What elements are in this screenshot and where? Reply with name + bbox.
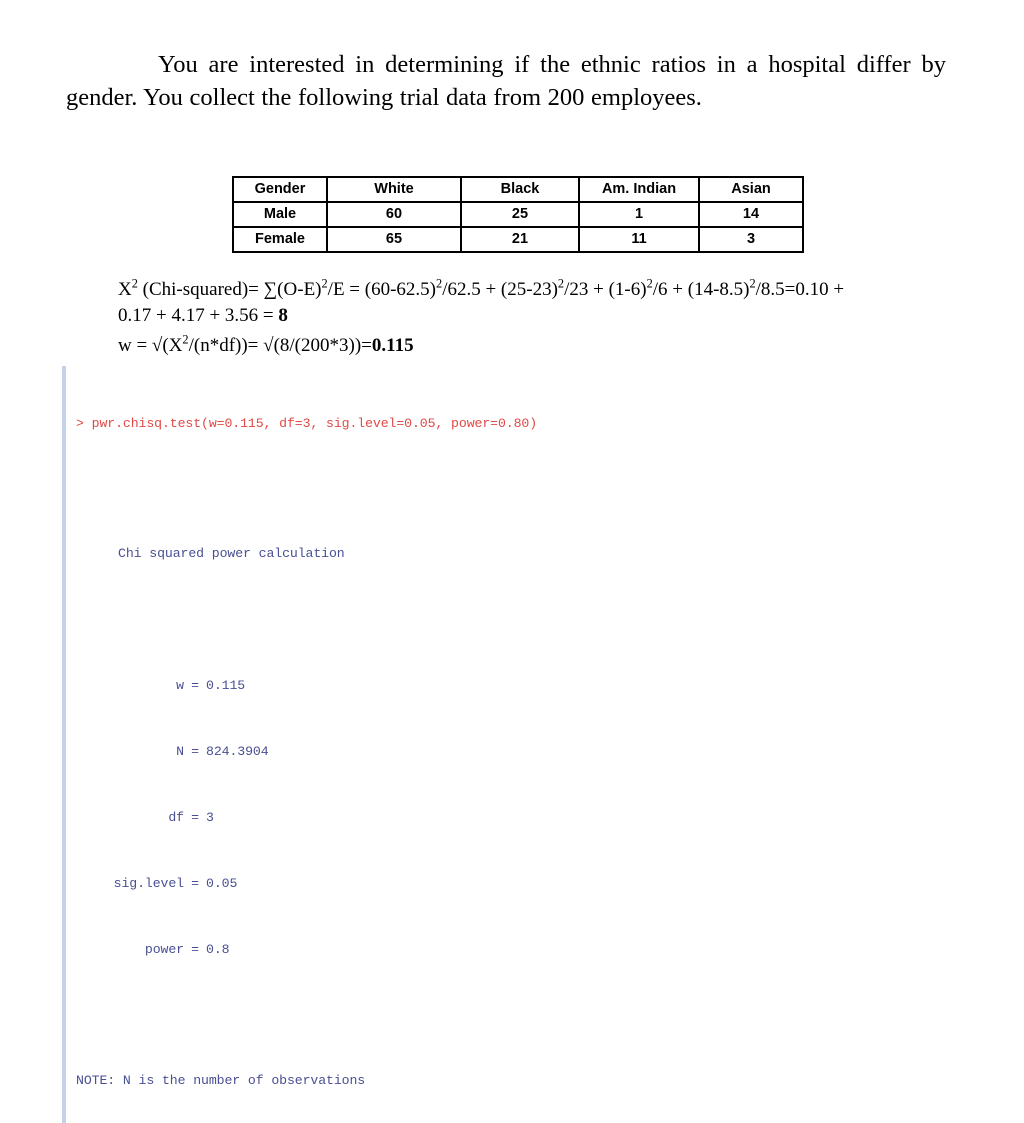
- effect-size-line: w = √(X2/(n*df))= √(8/(200*3))=0.115: [118, 333, 988, 358]
- result-value: 824.3904: [206, 743, 269, 759]
- result-equals: =: [191, 677, 199, 693]
- column-header-gender: Gender: [232, 176, 328, 203]
- cell-am-indian: 1: [578, 201, 700, 228]
- formula-text-f: /6 + (14-8.5): [652, 279, 750, 300]
- column-header-asian: Asian: [698, 176, 804, 203]
- column-header-white: White: [326, 176, 462, 203]
- result-row-n: N = 824.3904: [76, 744, 776, 761]
- table-row: Male 60 25 1 14: [232, 201, 804, 228]
- r-output-title: Chi squared power calculation: [118, 546, 345, 561]
- intro-paragraph: You are interested in determining if the…: [66, 51, 946, 111]
- chi-squared-formula-line: X2 (Chi-squared)= ∑(O-E)2/E = (60-62.5)2…: [118, 277, 986, 302]
- effect-size-value: 0.115: [371, 335, 414, 356]
- result-row-w: w = 0.115: [76, 678, 776, 695]
- cell-white: 60: [326, 201, 462, 228]
- r-console-output: > pwr.chisq.test(w=0.115, df=3, sig.leve…: [62, 366, 776, 1123]
- cell-am-indian: 11: [578, 226, 700, 253]
- result-value: 0.115: [206, 677, 246, 693]
- result-value: 3: [206, 809, 214, 825]
- r-command-line: > pwr.chisq.test(w=0.115, df=3, sig.leve…: [76, 415, 538, 431]
- table-header-row: Gender White Black Am. Indian Asian: [232, 176, 804, 203]
- cell-asian: 14: [698, 201, 804, 228]
- formula-text-d: /62.5 + (25-23): [442, 279, 558, 300]
- cell-black: 25: [460, 201, 580, 228]
- result-row-power: power = 0.8: [76, 942, 776, 959]
- effect-size-text-b: /(n*df))= √(8/(200*3))=: [188, 335, 372, 356]
- chi-squared-derivation: X2 (Chi-squared)= ∑(O-E)2/E = (60-62.5)2…: [118, 277, 988, 358]
- table-row: Female 65 21 11 3: [232, 226, 804, 253]
- console-spacer: [76, 612, 776, 628]
- chi-squared-value: 8: [278, 305, 288, 326]
- sum-terms-text: 0.17 + 4.17 + 3.56 =: [118, 305, 279, 326]
- result-label: df: [168, 809, 184, 825]
- formula-text-e: /23 + (1-6): [564, 279, 647, 300]
- cell-gender: Female: [232, 226, 328, 253]
- cell-asian: 3: [698, 226, 804, 253]
- result-row-sig-level: sig.level = 0.05: [76, 876, 776, 893]
- column-header-am-indian: Am. Indian: [578, 176, 700, 203]
- result-value: 0.05: [206, 875, 238, 891]
- formula-text-b: (Chi-squared)= ∑(O-E): [137, 279, 322, 300]
- ethnicity-gender-table-container: Gender White Black Am. Indian Asian Male…: [232, 176, 804, 253]
- result-row-df: df = 3: [76, 810, 776, 827]
- result-equals: =: [191, 809, 199, 825]
- result-equals: =: [191, 875, 199, 891]
- result-equals: =: [191, 743, 199, 759]
- result-equals: =: [191, 941, 199, 957]
- result-label: w: [176, 677, 184, 693]
- formula-text-c: /E = (60-62.5): [327, 279, 437, 300]
- console-spacer: [76, 482, 776, 497]
- cell-gender: Male: [232, 201, 328, 228]
- chi-squared-sum-line: 0.17 + 4.17 + 3.56 = 8: [118, 303, 988, 328]
- formula-text-g: /8.5=0.10 +: [755, 279, 845, 300]
- result-value: 0.8: [206, 941, 230, 957]
- ethnicity-gender-table: Gender White Black Am. Indian Asian Male…: [232, 176, 804, 253]
- r-output-note: NOTE: N is the number of observations: [76, 1073, 366, 1088]
- effect-size-text-a: w = √(X: [118, 335, 183, 356]
- result-label: sig.level: [113, 875, 184, 891]
- cell-black: 21: [460, 226, 580, 253]
- column-header-black: Black: [460, 176, 580, 203]
- console-spacer: [76, 1008, 776, 1024]
- result-label: power: [144, 941, 184, 957]
- result-label: N: [176, 743, 184, 759]
- cell-white: 65: [326, 226, 462, 253]
- formula-x-symbol: X: [118, 279, 132, 300]
